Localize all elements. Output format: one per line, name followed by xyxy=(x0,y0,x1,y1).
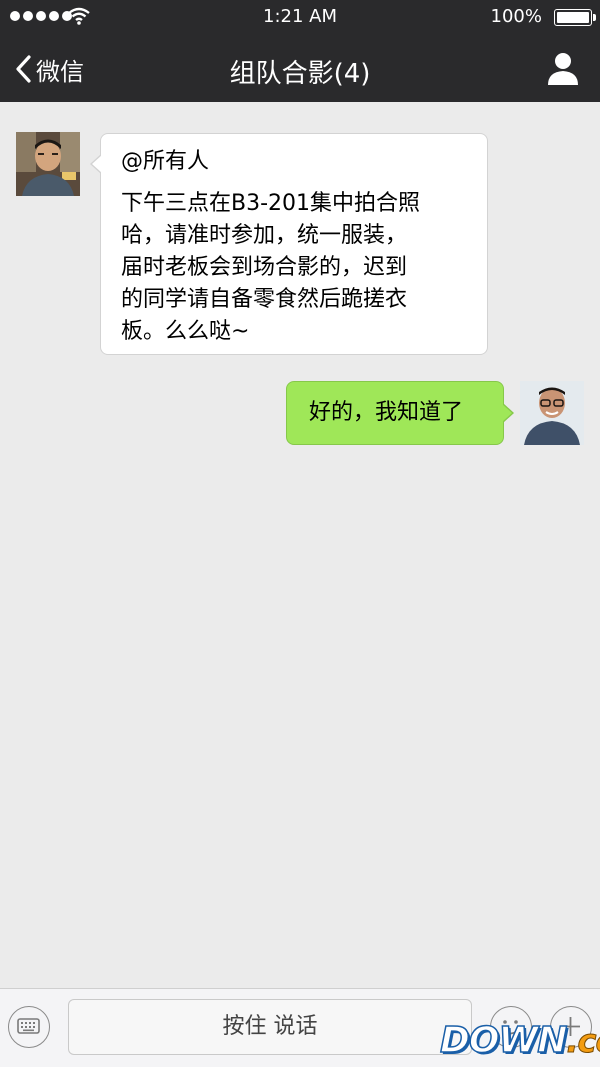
watermark-logo: DOWN.cc xyxy=(439,1019,600,1062)
chat-title: 组队合影(4) xyxy=(229,59,371,89)
message-text: 下午三点在B3-201集中拍合照 哈，请准时参加，统一服装， 届时老板会到场合影… xyxy=(121,188,467,348)
watermark-domain: .cc xyxy=(566,1022,600,1061)
message-line: 板。么么哒~ xyxy=(121,319,250,344)
avatar[interactable] xyxy=(16,132,80,196)
battery-icon xyxy=(554,9,596,26)
message-line: 哈，请准时参加，统一服装， xyxy=(121,223,408,248)
message-line: 下午三点在B3-201集中拍合照 xyxy=(121,191,421,216)
keyboard-toggle-button[interactable] xyxy=(8,1006,50,1048)
outgoing-message-bubble[interactable]: 好的，我知道了 xyxy=(286,381,514,445)
message-line: 的同学请自备零食然后跪搓衣 xyxy=(121,287,408,312)
message-line: 届时老板会到场合影的，迟到 xyxy=(121,255,408,280)
watermark-text: DOWN xyxy=(439,1019,568,1062)
avatar[interactable] xyxy=(520,381,584,445)
incoming-message-bubble[interactable]: @所有人 下午三点在B3-201集中拍合照 哈，请准时参加，统一服装， 届时老板… xyxy=(90,133,488,355)
nav-bar: 微信 组队合影(4) xyxy=(0,34,600,102)
mention-text: @所有人 xyxy=(121,149,210,174)
chat-area[interactable]: @所有人 下午三点在B3-201集中拍合照 哈，请准时参加，统一服装， 届时老板… xyxy=(0,102,600,988)
message-text: 好的，我知道了 xyxy=(309,400,464,425)
battery-percent: 100% xyxy=(490,6,542,27)
keyboard-icon xyxy=(17,1018,40,1034)
sender-avatar-image xyxy=(16,132,80,196)
status-bar: 1:21 AM 100% xyxy=(0,0,600,34)
person-icon[interactable] xyxy=(546,50,580,86)
self-avatar-image xyxy=(520,381,584,445)
hold-to-talk-button[interactable]: 按住 说话 xyxy=(68,999,472,1055)
